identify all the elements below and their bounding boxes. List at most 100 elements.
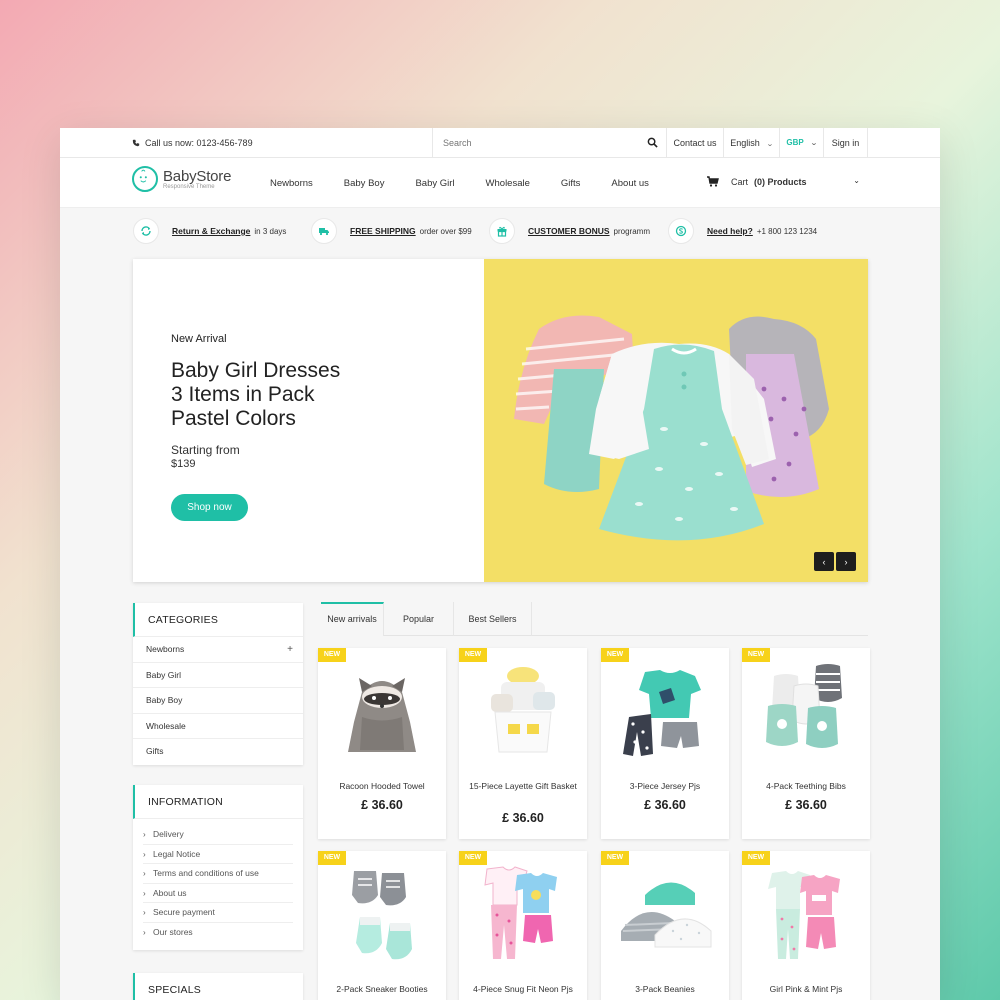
product-name[interactable]: 15-Piece Layette Gift Basket [467,780,579,793]
customer-bonus-link[interactable]: CUSTOMER BONUS [528,226,610,236]
hero-price-label: Starting from [171,443,240,457]
product-tabs: New arrivals Popular Best Sellers [321,602,868,636]
header: BabyStore Responsive Theme Newborns Baby… [60,158,940,208]
nav-about-us[interactable]: About us [611,178,649,189]
product-price: £ 36.60 [785,798,827,812]
category-newborns[interactable]: Newborns + [133,637,303,663]
need-help-link[interactable]: Need help? [707,226,753,236]
customer-bonus-text: programm [613,226,650,236]
tab-new-arrivals[interactable]: New arrivals [321,602,384,636]
hero-title: Baby Girl Dresses 3 Items in Pack Pastel… [171,359,411,431]
product-name[interactable]: Racoon Hooded Towel [326,780,438,793]
chevron-right-icon: › [143,849,146,859]
information-title: INFORMATION [133,785,303,819]
search-input[interactable] [433,128,633,158]
baby-face-icon [132,166,158,192]
new-badge: NEW [318,648,346,662]
currency-label: GBP [786,138,804,147]
info-our-stores[interactable]: › Our stores [143,923,293,943]
category-baby-girl[interactable]: Baby Girl [133,663,303,689]
product-card[interactable]: NEW 15-Piece Layette Gift Basket £ 36.60 [459,648,587,839]
main-nav: Newborns Baby Boy Baby Girl Wholesale Gi… [270,158,680,208]
cart-icon [707,176,719,187]
cart-button[interactable]: Cart (0) Products [707,176,807,187]
product-name[interactable]: 4-Pack Teething Bibs [750,780,862,793]
info-delivery[interactable]: › Delivery [143,825,293,845]
category-label: Newborns [146,644,185,654]
product-price: £ 36.60 [502,811,544,825]
slider-next-button[interactable]: › [836,552,856,571]
info-terms[interactable]: › Terms and conditions of use [143,864,293,884]
signin-link[interactable]: Sign in [824,128,868,158]
product-card[interactable]: NEW Racoon Hooded Towel £ 36.60 [318,648,446,839]
product-card[interactable]: NEW Girl Pink & Mint Pjs [742,851,870,1000]
logo[interactable]: BabyStore Responsive Theme [132,166,231,192]
gift-icon [489,218,515,244]
tab-best-sellers[interactable]: Best Sellers [454,602,532,636]
language-label: English [730,138,760,148]
currency-select[interactable]: GBP ⌄ [780,128,824,158]
product-card[interactable]: NEW 2-Pack Sneaker Booties [318,851,446,1000]
nav-gifts[interactable]: Gifts [561,178,581,189]
hero-title-line-3: Pastel Colors [171,407,296,430]
nav-baby-girl[interactable]: Baby Girl [415,178,454,189]
jersey-pjs-image [623,670,701,756]
categories-title: CATEGORIES [133,603,303,637]
nav-newborns[interactable]: Newborns [270,178,313,189]
plus-icon[interactable]: + [287,637,293,663]
category-gifts[interactable]: Gifts [133,739,303,765]
category-wholesale[interactable]: Wholesale [133,714,303,740]
neon-pjs-image [484,866,557,959]
new-badge: NEW [459,851,487,865]
product-card[interactable]: NEW 4-Piece Snug Fit Neon Pjs [459,851,587,1000]
info-label: About us [153,887,187,898]
product-card[interactable]: NEW 4-Pack Teething Bibs £ 36.60 [742,648,870,839]
sneaker-booties-image [352,871,412,960]
feature-shipping: FREE SHIPPING order over $99 [311,218,472,244]
hero-eyebrow: New Arrival [171,333,227,345]
features-bar: Return & Exchange in 3 days FREE SHIPPIN… [60,208,940,256]
slider-prev-button[interactable]: ‹ [814,552,834,571]
browser-window: Call us now: 0123-456-789 Contact us Eng… [60,128,940,1000]
phone-text: Call us now: 0123-456-789 [145,138,253,148]
category-baby-boy[interactable]: Baby Boy [133,688,303,714]
truck-icon [311,218,337,244]
product-name[interactable]: Girl Pink & Mint Pjs [750,983,862,996]
return-exchange-link[interactable]: Return & Exchange [172,226,250,236]
nav-baby-boy[interactable]: Baby Boy [344,178,385,189]
beanies-image [621,882,712,948]
product-name[interactable]: 3-Piece Jersey Pjs [609,780,721,793]
language-select[interactable]: English ⌄ [724,128,780,158]
hero-slider: New Arrival Baby Girl Dresses 3 Items in… [133,259,868,582]
product-name[interactable]: 2-Pack Sneaker Booties [326,983,438,996]
contact-us-link[interactable]: Contact us [667,128,724,158]
shop-now-button[interactable]: Shop now [171,494,248,521]
slider-controls: ‹ › [814,552,856,571]
cart-dropdown-chevron-icon[interactable]: ⌄ [853,176,860,185]
refresh-icon [133,218,159,244]
info-about-us[interactable]: › About us [143,884,293,903]
help-phone-text: +1 800 123 1234 [756,226,818,236]
feature-return: Return & Exchange in 3 days [133,218,286,244]
baby-dresses-image [514,315,829,541]
info-label: Terms and conditions of use [153,868,259,878]
chevron-right-icon: › [143,869,146,878]
tab-popular[interactable]: Popular [384,602,454,636]
product-card[interactable]: NEW 3-Pack Beanies [601,851,729,1000]
info-legal-notice[interactable]: › Legal Notice [143,845,293,864]
nav-wholesale[interactable]: Wholesale [486,178,530,189]
chevron-right-icon: › [143,830,146,839]
product-price: £ 36.60 [361,798,403,812]
search-icon[interactable] [647,137,658,148]
info-secure-payment[interactable]: › Secure payment [143,903,293,923]
free-shipping-link[interactable]: FREE SHIPPING [350,226,416,236]
product-name[interactable]: 3-Pack Beanies [609,983,721,996]
product-card[interactable]: NEW 3-Piece Jersey Pjs £ 36.60 [601,648,729,839]
feature-help: Need help? +1 800 123 1234 [668,218,817,244]
info-label: Legal Notice [153,848,201,859]
product-name[interactable]: 4-Piece Snug Fit Neon Pjs [467,983,579,996]
feature-bonus: CUSTOMER BONUS programm [489,218,650,244]
skype-icon [668,218,694,244]
categories-box: CATEGORIES Newborns + Baby Girl Baby Boy … [133,603,303,765]
hero-title-line-1: Baby Girl Dresses [171,359,341,382]
